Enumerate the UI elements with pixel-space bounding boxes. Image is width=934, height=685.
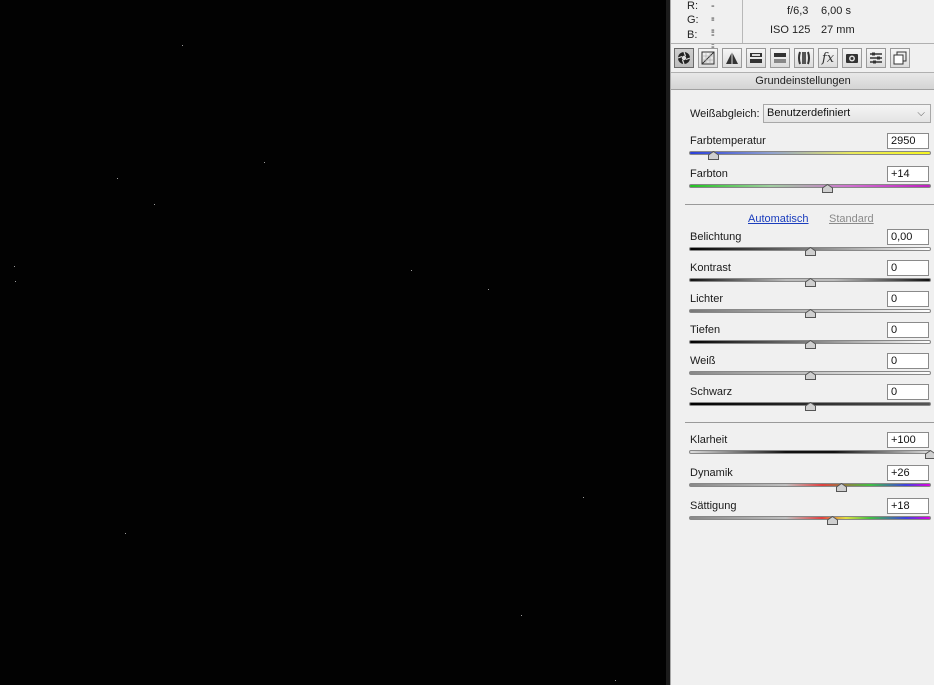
rgb-g-readout: G: --- xyxy=(687,14,715,50)
section-separator xyxy=(685,422,934,423)
presets-icon[interactable] xyxy=(866,48,886,68)
chevron-down-icon: ⌵ xyxy=(917,108,925,119)
klarheit-label: Klarheit xyxy=(690,434,728,446)
rgb-r-readout: R: --- xyxy=(687,0,715,36)
lichter-label: Lichter xyxy=(690,293,724,305)
panel-toolbar: fx xyxy=(671,46,934,72)
weiss-label: Weiß xyxy=(690,355,716,367)
weiss-value-field[interactable]: 0 xyxy=(887,353,929,369)
belichtung-label: Belichtung xyxy=(690,231,742,243)
schwarz-label: Schwarz xyxy=(690,386,733,398)
dynamik-label: Dynamik xyxy=(690,467,733,479)
camera-calibration-icon[interactable] xyxy=(842,48,862,68)
image-preview[interactable] xyxy=(0,0,666,685)
lens-correction-icon[interactable] xyxy=(794,48,814,68)
farbtemperatur-slider-thumb[interactable] xyxy=(708,151,720,160)
farbtemperatur-value-field[interactable]: 2950 xyxy=(887,133,929,149)
farbton-slider-track[interactable] xyxy=(689,184,931,188)
section-header: Grundeinstellungen xyxy=(671,72,934,90)
star-speck xyxy=(583,497,584,498)
star-speck xyxy=(14,266,15,267)
iso-value: ISO 125 xyxy=(770,24,811,36)
fx-icon[interactable]: fx xyxy=(818,48,838,68)
klarheit-slider-track[interactable] xyxy=(689,450,931,454)
farbtemperatur-label: Farbtemperatur xyxy=(690,135,766,147)
lichter-slider-thumb[interactable] xyxy=(805,309,816,318)
dynamik-slider-thumb[interactable] xyxy=(836,483,848,492)
rgb-r-label: R: xyxy=(687,0,698,12)
star-speck xyxy=(154,204,155,205)
star-speck xyxy=(411,270,412,271)
farbtemperatur-slider-track[interactable] xyxy=(689,151,931,155)
saettigung-label: Sättigung xyxy=(690,500,737,512)
star-speck xyxy=(488,289,489,290)
tiefen-value-field[interactable]: 0 xyxy=(887,322,929,338)
aperture-value: f/6,3 xyxy=(787,5,809,17)
detail-icon[interactable] xyxy=(722,48,742,68)
lichter-value-field[interactable]: 0 xyxy=(887,291,929,307)
belichtung-value-field[interactable]: 0,00 xyxy=(887,229,929,245)
star-speck xyxy=(521,615,522,616)
belichtung-slider-thumb[interactable] xyxy=(805,247,816,256)
saettigung-slider-track[interactable] xyxy=(689,516,931,520)
default-link[interactable]: Standard xyxy=(829,213,874,225)
star-speck xyxy=(615,680,616,681)
white-balance-dropdown[interactable]: Benutzerdefiniert ⌵ xyxy=(763,104,931,123)
star-speck xyxy=(15,281,16,282)
hsl-icon[interactable] xyxy=(746,48,766,68)
dynamik-value-field[interactable]: +26 xyxy=(887,465,929,481)
saettigung-slider-thumb[interactable] xyxy=(826,516,838,525)
tone-curve-icon[interactable] xyxy=(698,48,718,68)
info-bar: R: --- G: --- B: --- f/6,3 6,00 s ISO 12… xyxy=(671,0,934,65)
focal-length-value: 27 mm xyxy=(821,24,855,36)
rgb-g-label: G: xyxy=(687,14,699,26)
dynamik-slider-track[interactable] xyxy=(689,483,931,487)
schwarz-value-field[interactable]: 0 xyxy=(887,384,929,400)
farbton-value-field[interactable]: +14 xyxy=(887,166,929,182)
star-speck xyxy=(117,178,118,179)
farbton-slider-thumb[interactable] xyxy=(821,184,833,193)
rgb-b-label: B: xyxy=(687,29,698,41)
auto-link[interactable]: Automatisch xyxy=(748,213,809,225)
weiss-slider-thumb[interactable] xyxy=(805,371,816,380)
star-speck xyxy=(264,162,265,163)
star-speck xyxy=(182,45,183,46)
tiefen-label: Tiefen xyxy=(690,324,721,336)
rgb-b-readout: B: --- xyxy=(687,29,715,65)
schwarz-slider-thumb[interactable] xyxy=(805,402,816,411)
split-toning-icon[interactable] xyxy=(770,48,790,68)
kontrast-label: Kontrast xyxy=(690,262,731,274)
white-balance-value: Benutzerdefiniert xyxy=(767,107,851,119)
shutter-value: 6,00 s xyxy=(821,5,851,17)
klarheit-value-field[interactable]: +100 xyxy=(887,432,929,448)
basic-tab-icon[interactable] xyxy=(674,48,694,68)
saettigung-value-field[interactable]: +18 xyxy=(887,498,929,514)
klarheit-slider-thumb[interactable] xyxy=(925,450,934,459)
adjustments-panel: R: --- G: --- B: --- f/6,3 6,00 s ISO 12… xyxy=(670,0,934,685)
kontrast-value-field[interactable]: 0 xyxy=(887,260,929,276)
farbton-label: Farbton xyxy=(690,168,728,180)
info-separator xyxy=(742,0,743,43)
white-balance-label: Weißabgleich: xyxy=(690,108,760,120)
section-separator xyxy=(685,204,934,205)
info-divider xyxy=(671,43,934,44)
kontrast-slider-thumb[interactable] xyxy=(805,278,816,287)
tiefen-slider-thumb[interactable] xyxy=(805,340,816,349)
snapshots-icon[interactable] xyxy=(890,48,910,68)
star-speck xyxy=(125,533,126,534)
